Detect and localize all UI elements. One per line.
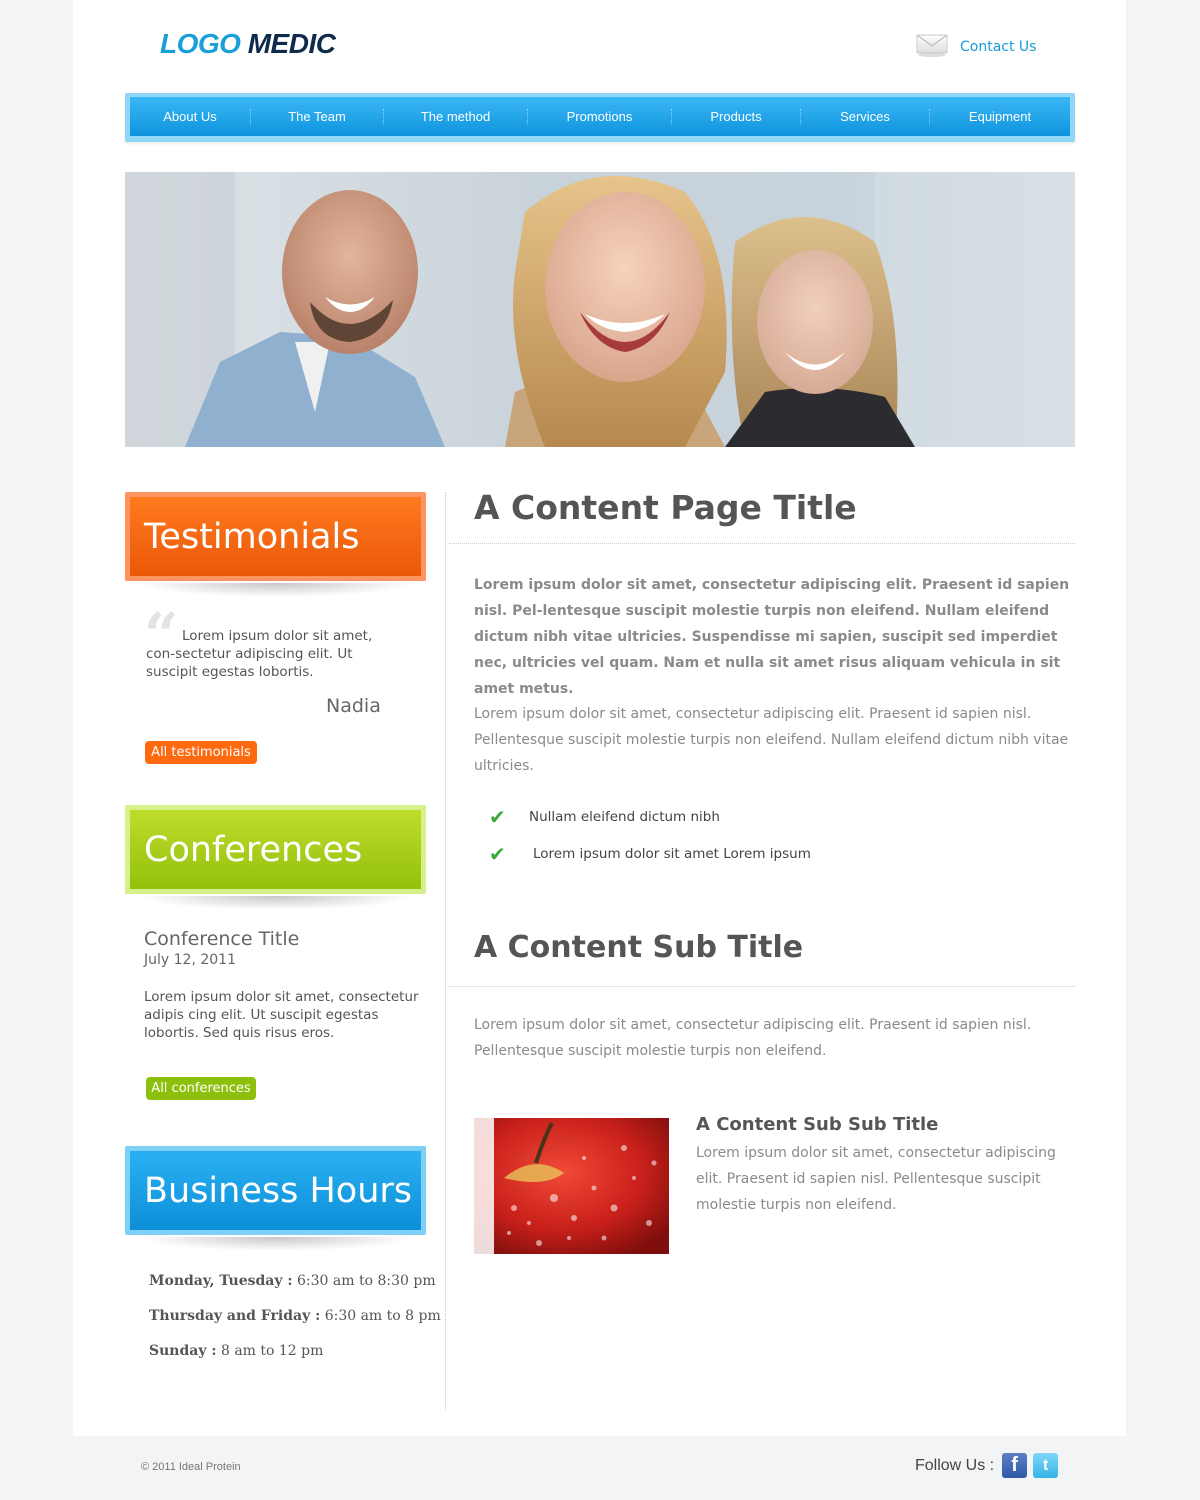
hours-days: Thursday and Friday : xyxy=(149,1308,321,1324)
nav-item-promotions[interactable]: Promotions xyxy=(528,97,671,136)
content-paragraph: Lorem ipsum dolor sit amet, consectetur … xyxy=(474,706,1069,774)
hours-days: Sunday : xyxy=(149,1343,217,1359)
all-conferences-button[interactable]: All conferences xyxy=(146,1077,256,1100)
checkmark-icon: ✔ xyxy=(489,842,506,866)
conferences-title: Conferences xyxy=(144,829,363,870)
envelope-icon xyxy=(916,33,948,61)
nav-item-products[interactable]: Products xyxy=(672,97,800,136)
contact-us[interactable]: Contact Us xyxy=(916,33,1036,61)
title-divider xyxy=(449,543,1075,544)
main-nav-frame: About Us The Team The method Promotions … xyxy=(125,93,1075,142)
business-hours-title: Business Hours xyxy=(144,1170,413,1211)
nav-item-the-team[interactable]: The Team xyxy=(251,97,383,136)
testimonial-quote: Lorem ipsum dolor sit amet, con-sectetur… xyxy=(146,628,373,680)
follow-us-label: Follow Us : xyxy=(915,1456,995,1474)
hours-days: Monday, Tuesday : xyxy=(149,1273,293,1289)
sub-paragraph: Lorem ipsum dolor sit amet, consectetur … xyxy=(474,1017,1032,1059)
logo-text-primary: LOGO xyxy=(160,28,241,59)
sub-sub-paragraph: Lorem ipsum dolor sit amet, consectetur … xyxy=(696,1145,1056,1213)
business-hours-header-inner: Business Hours xyxy=(130,1151,421,1230)
logo[interactable]: LOGO MEDIC xyxy=(160,28,336,60)
lead-paragraph: Lorem ipsum dolor sit amet, consectetur … xyxy=(474,577,1070,697)
hours-time: 6:30 am to 8 pm xyxy=(320,1308,441,1324)
hours-time: 8 am to 12 pm xyxy=(216,1343,324,1359)
contact-us-link[interactable]: Contact Us xyxy=(960,39,1036,55)
apple-image xyxy=(474,1118,669,1254)
column-divider xyxy=(445,492,446,1410)
checklist-item-text: Lorem ipsum dolor sit amet Lorem ipsum xyxy=(533,846,811,862)
apple-illustration xyxy=(474,1118,669,1254)
page-title: A Content Page Title xyxy=(474,488,857,527)
checklist-item: ✔ Nullam eleifend dictum nibh xyxy=(489,805,720,829)
testimonial-author: Nadia xyxy=(326,695,381,717)
conference-item-title[interactable]: Conference Title xyxy=(144,928,299,950)
testimonials-header-inner: Testimonials xyxy=(130,497,421,576)
hours-row: Thursday and Friday : 6:30 am to 8 pm xyxy=(149,1308,441,1324)
testimonials-header: Testimonials xyxy=(125,492,426,581)
follow-us: Follow Us : f t xyxy=(915,1453,1059,1478)
hero-people-illustration xyxy=(125,172,1075,447)
hours-time: 6:30 am to 8:30 pm xyxy=(292,1273,436,1289)
twitter-icon[interactable]: t xyxy=(1033,1453,1059,1478)
nav-item-equipment[interactable]: Equipment xyxy=(930,97,1070,136)
hours-row: Monday, Tuesday : 6:30 am to 8:30 pm xyxy=(149,1273,436,1289)
nav-item-services[interactable]: Services xyxy=(801,97,929,136)
checkmark-icon: ✔ xyxy=(489,805,506,829)
content-sub-title: A Content Sub Title xyxy=(474,930,804,965)
hero-banner-image xyxy=(125,172,1075,447)
business-hours-header: Business Hours xyxy=(125,1146,426,1235)
box-shadow xyxy=(135,583,416,597)
nav-item-the-method[interactable]: The method xyxy=(384,97,527,136)
testimonials-title: Testimonials xyxy=(144,516,360,557)
content-sub-sub-title: A Content Sub Sub Title xyxy=(696,1114,939,1135)
all-testimonials-button[interactable]: All testimonials xyxy=(145,741,257,764)
hours-row: Sunday : 8 am to 12 pm xyxy=(149,1343,323,1359)
checklist-item: ✔ Lorem ipsum dolor sit amet Lorem ipsum xyxy=(489,842,811,866)
main-nav: About Us The Team The method Promotions … xyxy=(130,97,1070,136)
conference-item-date: July 12, 2011 xyxy=(144,952,236,968)
copyright: © 2011 Ideal Protein xyxy=(141,1461,241,1473)
conferences-header: Conferences xyxy=(125,805,426,894)
checklist-item-text: Nullam eleifend dictum nibh xyxy=(529,809,720,825)
conferences-header-inner: Conferences xyxy=(130,810,421,889)
box-shadow xyxy=(135,896,416,910)
logo-text-secondary: MEDIC xyxy=(247,28,336,59)
sub-title-divider xyxy=(449,986,1075,987)
conference-item-description: Lorem ipsum dolor sit amet, consectetur … xyxy=(144,989,419,1041)
nav-item-about-us[interactable]: About Us xyxy=(130,97,250,136)
box-shadow xyxy=(135,1237,416,1251)
facebook-icon[interactable]: f xyxy=(1002,1453,1028,1478)
